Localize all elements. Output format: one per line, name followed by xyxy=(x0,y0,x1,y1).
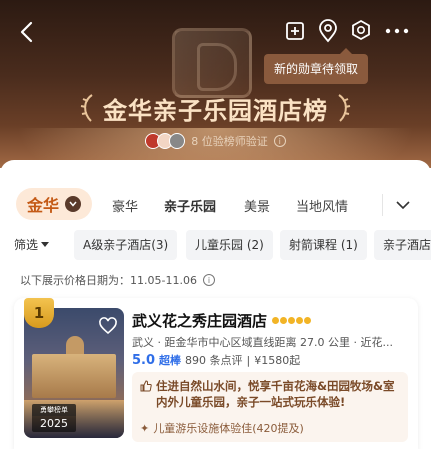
content-sheet: 金华 豪华 亲子乐园 美景 当地风情 筛选 A级亲子酒店(3) 儿童乐园 (2)… xyxy=(0,160,431,449)
review-count: 890 条点评 xyxy=(185,354,243,367)
caret-down-icon xyxy=(41,242,50,247)
review-score: 5.0 xyxy=(132,353,156,368)
promo-box: 住进自然山水间，悦享千亩花海&田园牧场&室内外儿童乐园，亲子一站式玩乐体验! ✦… xyxy=(132,372,408,442)
highlight-tag: ✦ 儿童游乐设施体验佳(420提及) xyxy=(140,420,304,436)
laurel-left-icon xyxy=(80,94,93,122)
info-icon: i xyxy=(273,135,286,147)
medal-tooltip[interactable]: 新的勋章待领取 xyxy=(264,48,369,84)
ranking-title-row: 金华亲子乐园酒店榜 xyxy=(0,88,431,128)
verifier-avatars xyxy=(145,133,186,149)
more-button[interactable] xyxy=(382,16,412,46)
heart-add-icon[interactable] xyxy=(98,316,118,336)
award-badge: 勇攀榜单 2025 xyxy=(32,404,76,432)
bookmark-plus-icon xyxy=(286,22,304,40)
tab-local-style[interactable]: 当地风情 xyxy=(296,196,348,215)
laurel-right-icon xyxy=(338,94,351,122)
map-button[interactable] xyxy=(313,16,343,46)
price-from: ¥1580起 xyxy=(254,354,301,367)
more-dots-icon xyxy=(385,28,409,34)
star-rating xyxy=(272,317,312,324)
rank-badge: 1 xyxy=(24,298,54,328)
filter-chip[interactable]: 亲子酒店 xyxy=(374,230,431,260)
promo-line: 住进自然山水间，悦享千亩花海&田园牧场&室内外儿童乐园，亲子一站式玩乐体验! xyxy=(140,378,400,410)
top-bar xyxy=(0,0,431,62)
back-button[interactable] xyxy=(12,18,40,46)
medal-button[interactable] xyxy=(346,16,376,46)
star-icon xyxy=(272,317,280,324)
hotel-name-row: 武义花之秀庄园酒店 xyxy=(132,310,312,331)
avatar xyxy=(169,133,186,149)
filter-chip[interactable]: 儿童乐园 (2) xyxy=(186,230,273,260)
filter-label: 筛选 xyxy=(14,238,39,252)
map-pin-icon xyxy=(319,19,337,43)
hotel-name: 武义花之秀庄园酒店 xyxy=(132,312,268,330)
thumbs-up-icon xyxy=(140,380,152,392)
info-icon[interactable]: i xyxy=(202,274,215,286)
highlight-text: 儿童游乐设施体验佳(420提及) xyxy=(153,422,304,435)
hotel-rating-row: 5.0 超棒 890 条点评 | ¥1580起 xyxy=(132,352,300,368)
tabs-expand-button[interactable] xyxy=(392,194,414,216)
tab-family-park[interactable]: 亲子乐园 xyxy=(164,196,217,219)
star-icon xyxy=(280,317,288,324)
hotel-card[interactable]: 1 勇攀榜单 2025 武义花之秀庄园酒店 武义 · 距金华市中心区域直线距离 … xyxy=(14,298,418,449)
filter-chip[interactable]: A级亲子酒店(3) xyxy=(74,230,178,260)
add-to-list-button[interactable] xyxy=(280,16,310,46)
award-label: 勇攀榜单 xyxy=(32,404,76,416)
photo-building xyxy=(32,336,116,398)
tab-scenery[interactable]: 美景 xyxy=(244,196,270,215)
hotel-location: 武义 · 距金华市中心区域直线距离 27.0 公里 · 近花... xyxy=(132,336,393,349)
category-tabs: 金华 豪华 亲子乐园 美景 当地风情 xyxy=(0,186,431,222)
star-icon xyxy=(296,317,304,324)
city-selector[interactable]: 金华 xyxy=(16,188,92,220)
promo-text: 住进自然山水间，悦享千亩花海&田园牧场&室内外儿童乐园，亲子一站式玩乐体验! xyxy=(156,379,395,409)
verifier-count: 8 位验榜师验证 xyxy=(191,135,268,148)
chevron-left-icon xyxy=(20,21,33,43)
star-icon xyxy=(288,317,296,324)
city-label: 金华 xyxy=(26,196,59,215)
page-title: 金华亲子乐园酒店榜 xyxy=(103,95,328,125)
tab-luxury[interactable]: 豪华 xyxy=(112,196,138,215)
filter-chip[interactable]: 射箭课程 (1) xyxy=(280,230,367,260)
chevron-down-icon xyxy=(65,196,81,212)
price-date-note: 以下展示价格日期为：11.05-11.06 i xyxy=(20,272,215,288)
price-date-text: 以下展示价格日期为：11.05-11.06 xyxy=(20,274,197,287)
filter-button[interactable]: 筛选 xyxy=(14,236,50,253)
medal-icon xyxy=(352,19,370,41)
filter-bar: 筛选 A级亲子酒店(3) 儿童乐园 (2) 射箭课程 (1) 亲子酒店 xyxy=(0,230,431,260)
rating-separator: | xyxy=(246,354,251,367)
tab-divider xyxy=(382,194,383,216)
header-banner: 新的勋章待领取 金华亲子乐园酒店榜 8 位验榜师验证 i xyxy=(0,0,431,168)
award-year: 2025 xyxy=(32,416,76,432)
verifier-row[interactable]: 8 位验榜师验证 i xyxy=(0,130,431,152)
chevron-down-icon xyxy=(396,200,410,209)
star-icon xyxy=(304,317,312,324)
review-word: 超棒 xyxy=(159,354,182,367)
sparkle-icon: ✦ xyxy=(140,421,150,435)
